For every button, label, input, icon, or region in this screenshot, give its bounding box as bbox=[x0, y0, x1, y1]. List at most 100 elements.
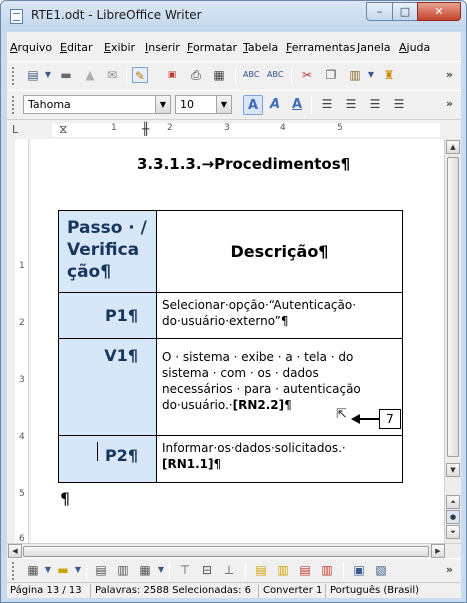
font-size-combobox[interactable]: 10 ▼ bbox=[175, 95, 232, 114]
horizontal-scrollbar[interactable]: ◀ ▶ bbox=[7, 543, 461, 558]
scroll-down-icon[interactable]: ▼ bbox=[446, 463, 460, 477]
previous-page-icon[interactable]: ⏶ bbox=[446, 495, 460, 509]
vruler-number: 2 bbox=[19, 318, 25, 328]
align-left-icon[interactable]: ☰ bbox=[319, 96, 335, 112]
navigator-icon[interactable]: ● bbox=[446, 510, 460, 524]
copy-icon[interactable]: ❐ bbox=[323, 67, 339, 83]
close-button[interactable]: ✕ bbox=[417, 2, 461, 21]
maximize-button[interactable]: □ bbox=[392, 2, 418, 21]
app-window: RTE1.odt - LibreOffice Writer – □ ✕ Arqu… bbox=[0, 0, 467, 603]
paste-icon[interactable]: ▥ bbox=[347, 67, 363, 83]
scroll-up-icon[interactable]: ▲ bbox=[446, 140, 460, 154]
edit-mode-icon[interactable]: ✎ bbox=[132, 67, 148, 83]
document-page[interactable]: 3.3.1.3.→Procedimentos¶ Passo · / Verifi… bbox=[31, 139, 447, 543]
export-pdf-icon[interactable]: ▣ bbox=[164, 67, 180, 83]
new-document-icon[interactable]: ▤ bbox=[25, 67, 41, 83]
menu-editar[interactable]: Editar bbox=[60, 41, 93, 54]
toolbar-separator bbox=[311, 96, 312, 114]
table-properties-icon[interactable]: ▧ bbox=[373, 562, 389, 578]
scroll-left-icon[interactable]: ◀ bbox=[8, 544, 22, 558]
table-header-description[interactable]: Descrição¶ bbox=[156, 210, 403, 293]
menu-formatar[interactable]: Formatar bbox=[187, 41, 237, 54]
align-middle-icon[interactable]: ⊟ bbox=[199, 562, 215, 578]
autospellcheck-icon[interactable]: ABC bbox=[267, 67, 283, 83]
menu-ferramentas[interactable]: Ferramentas bbox=[286, 41, 355, 54]
horizontal-ruler[interactable]: L 1 2 3 4 5 ⧖ ╫ bbox=[7, 119, 461, 139]
delete-column-icon[interactable]: ▥ bbox=[319, 562, 335, 578]
chevron-down-icon[interactable]: ▼ bbox=[70, 562, 86, 578]
vertical-scroll-thumb[interactable] bbox=[447, 157, 459, 457]
chevron-down-icon[interactable]: ▼ bbox=[153, 562, 169, 578]
vertical-scrollbar[interactable]: ▲ ▼ ⏶ ● ⏷ bbox=[444, 139, 461, 543]
paste-dropdown-icon[interactable]: ▼ bbox=[363, 67, 379, 83]
table-cell-step[interactable]: P1¶ bbox=[58, 292, 157, 339]
scroll-right-icon[interactable]: ▶ bbox=[431, 544, 445, 558]
italic-button[interactable]: A bbox=[265, 95, 285, 115]
indent-marker-icon[interactable]: ⧖ bbox=[59, 122, 67, 137]
insert-table-icon[interactable]: ▦ bbox=[25, 562, 41, 578]
borders-icon[interactable]: ▬ bbox=[55, 562, 71, 578]
tab-type-selector[interactable]: L bbox=[12, 123, 18, 136]
toolbar-separator bbox=[126, 67, 127, 85]
align-top-icon[interactable]: ⊤ bbox=[177, 562, 193, 578]
toolbar-overflow-icon[interactable]: » bbox=[446, 97, 453, 110]
table-cell-description[interactable]: Informar·os·dados·solicitados.· [RN1.1]¶ bbox=[156, 435, 403, 483]
toolbar-separator bbox=[235, 67, 236, 85]
open-folder-icon[interactable]: ▬ bbox=[58, 67, 74, 83]
email-icon[interactable]: ✉ bbox=[104, 67, 120, 83]
horizontal-scroll-thumb[interactable] bbox=[23, 546, 429, 557]
header-line: Passo · / bbox=[67, 218, 147, 238]
menu-exibir[interactable]: Exibir bbox=[104, 41, 135, 54]
toolbar-grip[interactable] bbox=[12, 562, 15, 580]
chevron-down-icon[interactable]: ▼ bbox=[40, 562, 56, 578]
new-dropdown-icon[interactable]: ▼ bbox=[40, 67, 56, 83]
title-bar[interactable]: RTE1.odt - LibreOffice Writer – □ ✕ bbox=[1, 1, 466, 31]
toolbar-overflow-icon[interactable]: » bbox=[446, 563, 453, 576]
client-area: Arquivo Editar Exibir Inserir Formatar T… bbox=[7, 32, 461, 598]
insert-column-icon[interactable]: ▥ bbox=[275, 562, 291, 578]
table-cell-step[interactable]: P2¶ bbox=[58, 435, 157, 483]
menu-janela[interactable]: Janela bbox=[357, 41, 391, 54]
align-bottom-icon[interactable]: ⊥ bbox=[221, 562, 237, 578]
menu-tabela[interactable]: Tabela bbox=[243, 41, 278, 54]
font-name-combobox[interactable]: Tahoma ▼ bbox=[23, 95, 171, 114]
delete-row-icon[interactable]: ▤ bbox=[297, 562, 313, 578]
insert-row-icon[interactable]: ▤ bbox=[253, 562, 269, 578]
table-cell-description[interactable]: O · sistema · exibe · a · tela · do sist… bbox=[156, 338, 403, 436]
description-line: O · sistema · exibe · a · tela · do bbox=[162, 350, 354, 364]
table-header-step[interactable]: Passo · / Verifica ção¶ bbox=[58, 210, 157, 293]
status-mode[interactable]: Converter 1 bbox=[263, 585, 322, 596]
next-page-icon[interactable]: ⏷ bbox=[446, 525, 460, 539]
underline-button[interactable]: A bbox=[287, 95, 307, 115]
bold-button[interactable]: A bbox=[243, 95, 263, 115]
minimize-button[interactable]: – bbox=[366, 2, 393, 21]
menu-inserir[interactable]: Inserir bbox=[145, 41, 180, 54]
menu-ajuda[interactable]: Ajuda bbox=[399, 41, 430, 54]
status-language[interactable]: Português (Brasil) bbox=[330, 585, 419, 596]
print-icon[interactable]: ⎙ bbox=[188, 67, 204, 83]
table-cell-description[interactable]: Selecionar·opção·“Autenticação· do·usuár… bbox=[156, 292, 403, 339]
vertical-ruler[interactable]: 1 2 3 4 5 6 bbox=[15, 139, 29, 543]
optimize-icon[interactable]: ▦ bbox=[137, 562, 153, 578]
chevron-down-icon[interactable]: ▼ bbox=[155, 96, 170, 113]
status-word-count[interactable]: Palavras: 2588 Selecionadas: 6 bbox=[95, 585, 251, 596]
menu-arquivo[interactable]: Arquivo bbox=[10, 41, 52, 54]
save-icon[interactable]: ▲ bbox=[82, 67, 98, 83]
align-center-icon[interactable]: ☰ bbox=[343, 96, 359, 112]
column-marker-icon[interactable]: ╫ bbox=[142, 122, 149, 136]
select-table-icon[interactable]: ▣ bbox=[351, 562, 367, 578]
cut-icon[interactable]: ✂ bbox=[299, 67, 315, 83]
toolbar-grip[interactable] bbox=[12, 96, 15, 114]
toolbar-grip[interactable] bbox=[12, 67, 15, 85]
merge-cells-icon[interactable]: ▤ bbox=[93, 562, 109, 578]
table-cell-step[interactable]: V1¶ bbox=[58, 338, 157, 436]
split-cells-icon[interactable]: ▥ bbox=[115, 562, 131, 578]
align-justify-icon[interactable]: ☰ bbox=[391, 96, 407, 112]
status-page[interactable]: Página 13 / 13 bbox=[10, 585, 82, 596]
chevron-down-icon[interactable]: ▼ bbox=[216, 96, 231, 113]
spellcheck-icon[interactable]: ABC bbox=[243, 67, 259, 83]
print-preview-icon[interactable]: ▦ bbox=[211, 67, 227, 83]
clone-formatting-icon[interactable]: ♜ bbox=[381, 67, 397, 83]
align-right-icon[interactable]: ☰ bbox=[367, 96, 383, 112]
toolbar-overflow-icon[interactable]: » bbox=[446, 68, 453, 81]
